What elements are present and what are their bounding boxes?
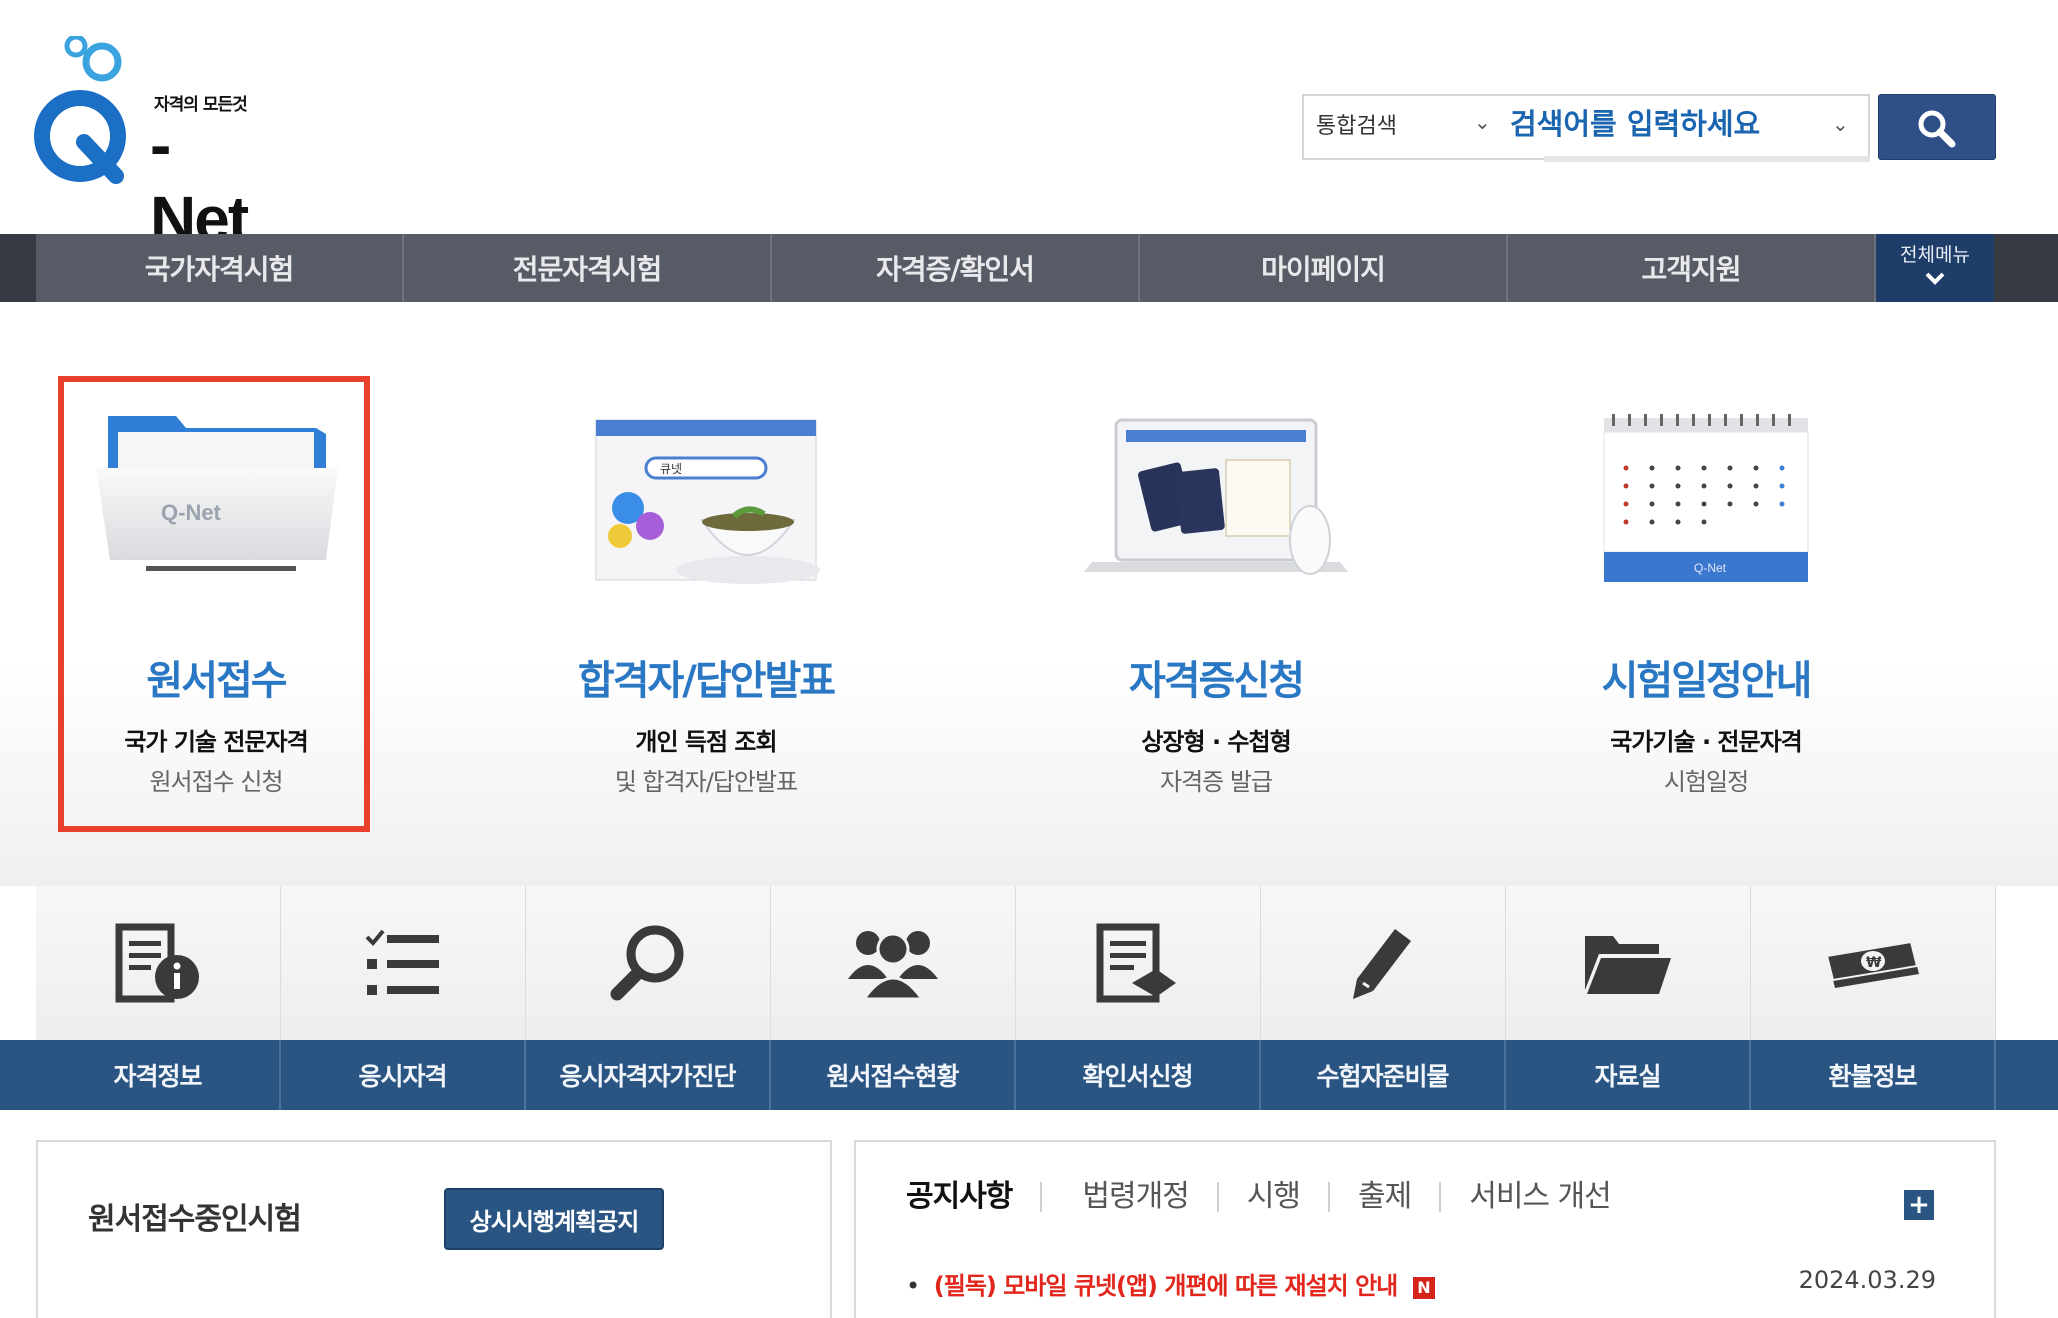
search-category-select[interactable]: 통합검색 ⌄	[1304, 96, 1500, 158]
notice-date: 2024.03.29	[1798, 1266, 1936, 1294]
quick-item-archive[interactable]	[1506, 886, 1751, 1040]
quick-item-confirmation[interactable]	[1016, 886, 1261, 1040]
chevron-down-icon[interactable]: ⌄	[1832, 112, 1849, 136]
quick-menu: ₩ 자격정보 응시자격 응시자격자가진단 원서접수현황 확인서신청 수험자준비물…	[0, 886, 2058, 1110]
search-icon	[1918, 110, 1956, 148]
card-description: 자격증 발급	[1159, 768, 1273, 796]
tab-service-improvement[interactable]: 서비스 개선	[1439, 1182, 1639, 1212]
quick-label-qualification-info[interactable]: 자격정보	[36, 1040, 281, 1110]
site-logo[interactable]: 자격의 모든것 -Net	[30, 36, 260, 255]
nav-item-support[interactable]: 고객지원	[1508, 234, 1876, 302]
quick-item-qualification-info[interactable]	[36, 886, 281, 1040]
more-notices-button[interactable]: +	[1904, 1190, 1934, 1220]
quick-label-application-status[interactable]: 원서접수현황	[771, 1040, 1016, 1110]
notice-title[interactable]: (필독) 모바일 큐넷(앱) 개편에 따른 재설치 안내	[934, 1272, 1398, 1300]
folder-logo-text: Q-Net	[161, 500, 222, 525]
nav-item-professional-exam[interactable]: 전문자격시험	[404, 234, 772, 302]
exam-application-box: 원서접수중인시험 상시시행계획공지	[36, 1140, 832, 1318]
card-title: 자격증신청	[1129, 658, 1305, 704]
folder-icon: Q-Net	[96, 416, 338, 571]
card-description: 원서접수 신청	[149, 768, 283, 796]
folder-open-icon	[1585, 936, 1671, 994]
magnifier-icon	[610, 925, 684, 1001]
header: 자격의 모든것 -Net 통합검색 ⌄ ⌄	[0, 0, 2058, 255]
notice-tabs: 공지사항 법령개정 시행 출제 서비스 개선	[906, 1182, 1639, 1212]
all-menu-button[interactable]: 전체메뉴	[1876, 234, 1994, 302]
quick-label-eligibility[interactable]: 응시자격	[281, 1040, 526, 1110]
quick-item-application-status[interactable]	[771, 886, 1016, 1040]
quick-item-self-diagnosis[interactable]	[526, 886, 771, 1040]
card-description: 시험일정	[1663, 768, 1749, 796]
regular-exam-plan-button[interactable]: 상시시행계획공지	[444, 1188, 664, 1250]
calendar-logo-text: Q-Net	[1694, 561, 1727, 575]
card-title: 합격자/답안발표	[577, 658, 836, 704]
laptop-certificate-icon	[1084, 418, 1348, 575]
browser-teacup-icon: 큐넷	[595, 419, 820, 584]
nav-item-national-exam[interactable]: 국가자격시험	[36, 234, 404, 302]
search-category-label: 통합검색	[1316, 114, 1397, 139]
card-description: 및 합격자/답안발표	[614, 768, 798, 796]
quick-label-supplies[interactable]: 수험자준비물	[1261, 1040, 1506, 1110]
exam-box-title: 원서접수중인시험	[88, 1202, 302, 1237]
svg-text:₩: ₩	[1866, 955, 1882, 971]
search-box: 통합검색 ⌄ ⌄	[1302, 94, 1870, 162]
hero-section: Q-Net 원서접수 국가 기술 전문자격 원서접수 신청 큐넷 합격자/답안발…	[0, 302, 2058, 886]
users-group-icon	[848, 931, 938, 999]
search-underline	[1544, 156, 1870, 162]
nav-item-mypage[interactable]: 마이페이지	[1140, 234, 1508, 302]
bullet: •	[906, 1272, 921, 1300]
quick-label-confirmation[interactable]: 확인서신청	[1016, 1040, 1261, 1110]
chevron-down-icon	[1925, 272, 1945, 285]
q-net-logo-icon	[34, 36, 126, 184]
card-subtitle: 국가기술 · 전문자격	[1610, 728, 1802, 756]
card-title: 시험일정안내	[1601, 658, 1813, 704]
notice-list-item[interactable]: • (필독) 모바일 큐넷(앱) 개편에 따른 재설치 안내 N 2024.03…	[906, 1266, 1946, 1301]
pencil-icon	[1353, 929, 1411, 999]
document-info-icon	[115, 923, 199, 1003]
quick-item-refund[interactable]: ₩	[1751, 886, 1996, 1040]
card-subtitle: 상장형 · 수첩형	[1141, 728, 1291, 756]
notice-box: 공지사항 법령개정 시행 출제 서비스 개선 + • (필독) 모바일 큐넷(앱…	[854, 1140, 1996, 1318]
new-badge-icon: N	[1412, 1277, 1435, 1299]
main-nav: 국가자격시험 전문자격시험 자격증/확인서 마이페이지 고객지원 전체메뉴	[0, 234, 2058, 302]
calendar-icon: Q-Net	[1603, 414, 1809, 582]
quick-item-eligibility[interactable]	[281, 886, 526, 1040]
card-subtitle: 개인 득점 조회	[635, 728, 777, 756]
search-input[interactable]	[1510, 102, 1830, 146]
chevron-down-icon: ⌄	[1474, 110, 1491, 134]
search-button[interactable]	[1878, 94, 1996, 160]
all-menu-label: 전체메뉴	[1900, 244, 1970, 266]
document-send-icon	[1096, 923, 1176, 1003]
tab-notice[interactable]: 공지사항	[906, 1182, 1040, 1212]
quick-label-self-diagnosis[interactable]: 응시자격자가진단	[526, 1040, 771, 1110]
card-subtitle: 국가 기술 전문자격	[124, 728, 308, 756]
checklist-icon	[365, 929, 439, 995]
browser-search-text: 큐넷	[660, 462, 682, 476]
money-won-icon: ₩	[1825, 940, 1919, 988]
quick-label-refund[interactable]: 환불정보	[1751, 1040, 1996, 1110]
tab-question-setting[interactable]: 출제	[1328, 1182, 1439, 1212]
tab-implementation[interactable]: 시행	[1216, 1182, 1328, 1212]
card-title: 원서접수	[146, 658, 287, 704]
quick-item-supplies[interactable]	[1261, 886, 1506, 1040]
nav-item-certificate[interactable]: 자격증/확인서	[772, 234, 1140, 302]
quick-label-archive[interactable]: 자료실	[1506, 1040, 1751, 1110]
tab-law-revision[interactable]: 법령개정	[1040, 1182, 1216, 1212]
